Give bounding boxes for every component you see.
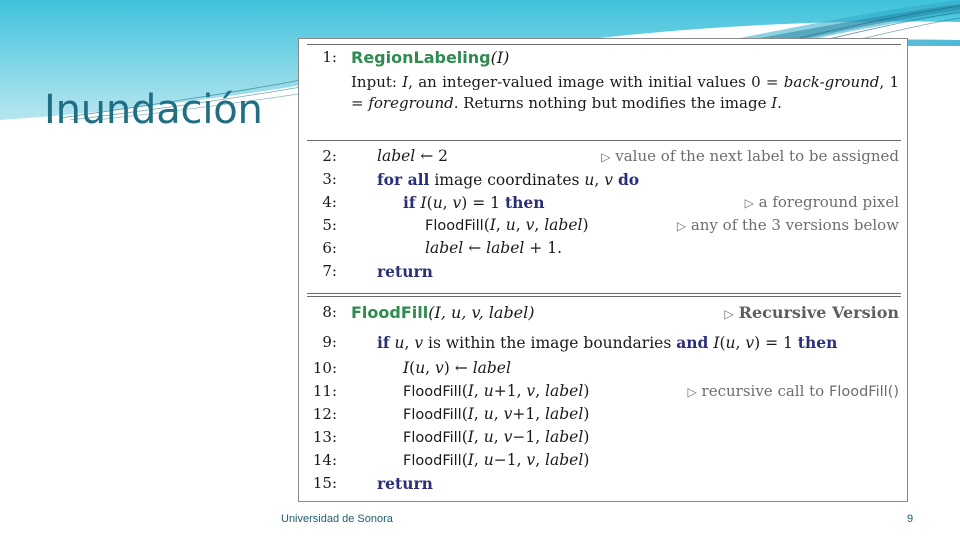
line-number: 3: xyxy=(322,170,337,188)
line-number: 14: xyxy=(312,451,337,469)
procedure-name: RegionLabeling(I) xyxy=(351,48,509,67)
procedure-label: RegionLabeling xyxy=(351,48,491,67)
line-number: 12: xyxy=(312,405,337,423)
line-number: 7: xyxy=(322,262,337,280)
line-number: 10: xyxy=(312,359,337,377)
algorithm-description-block: Input: I, an integer-valued image with i… xyxy=(307,72,901,140)
line-code: FloodFill(I, u−1, v, label) xyxy=(403,451,590,469)
line-number: 1: xyxy=(322,48,337,66)
algorithm-line-5: 5: FloodFill(I, u, v, label) ▷ any of th… xyxy=(307,216,901,239)
procedure-label: FloodFill xyxy=(351,303,429,322)
line-code: return xyxy=(377,262,433,281)
line-number: 8: xyxy=(322,303,337,321)
line-code: return xyxy=(377,474,433,493)
algorithm-line-15: 15: return xyxy=(307,474,901,497)
line-number: 13: xyxy=(312,428,337,446)
line-code: if I(u, v) = 1 then xyxy=(403,193,545,212)
algorithm-line-8: 8: FloodFill(I, u, v, label) ▷ Recursive… xyxy=(307,303,901,329)
algorithm-line-14: 14: FloodFill(I, u−1, v, label) xyxy=(307,451,901,474)
algorithm-line-2: 2: label ← 2 ▷ value of the next label t… xyxy=(307,147,901,170)
line-code: I(u, v) ← label xyxy=(403,359,511,377)
algorithm-line-9: 9: if u, v is within the image boundarie… xyxy=(307,333,901,359)
page-title: Inundación xyxy=(44,87,263,133)
line-number: 11: xyxy=(312,382,337,400)
line-code: label ← label + 1. xyxy=(425,239,563,257)
algorithm-line-13: 13: FloodFill(I, u, v−1, label) xyxy=(307,428,901,451)
line-code: FloodFill(I, u, v, label) xyxy=(425,216,589,234)
line-number: 4: xyxy=(322,193,337,211)
line-number: 6: xyxy=(322,239,337,257)
algorithm-line-10: 10: I(u, v) ← label xyxy=(307,359,901,382)
algorithm-line: 1: RegionLabeling(I) xyxy=(307,48,901,72)
line-code: label ← 2 xyxy=(377,147,448,165)
line-number: 5: xyxy=(322,216,337,234)
line-comment: ▷ recursive call to FloodFill()recursive… xyxy=(687,382,899,400)
algorithm-top-rule xyxy=(307,44,901,45)
algorithm-figure: 1: RegionLabeling(I) Input: I, an intege… xyxy=(298,38,908,502)
line-comment: ▷ value of the next label to be assigned xyxy=(601,147,899,165)
line-number: 15: xyxy=(312,474,337,492)
algorithm-line-12: 12: FloodFill(I, u, v+1, label) xyxy=(307,405,901,428)
line-number: 2: xyxy=(322,147,337,165)
algorithm-line-6: 6: label ← label + 1. xyxy=(307,239,901,262)
line-code: if u, v is within the image boundaries a… xyxy=(377,333,838,352)
line-code: for all image coordinates u, v do xyxy=(377,170,640,189)
algorithm-line-7: 7: return xyxy=(307,262,901,285)
algorithm-line-3: 3: for all image coordinates u, v do xyxy=(307,170,901,193)
footer-organization: Universidad de Sonora xyxy=(281,513,393,525)
procedure-name: FloodFill(I, u, v, label) xyxy=(351,303,535,322)
title-block: Inundación xyxy=(44,88,324,132)
algorithm-description: Input: I, an integer-valued image with i… xyxy=(351,73,899,112)
algorithm-line-11: 11: FloodFill(I, u+1, v, label) ▷ recurs… xyxy=(307,382,901,405)
line-code: FloodFill(I, u, v−1, label) xyxy=(403,428,590,446)
line-code: FloodFill(I, u+1, v, label) xyxy=(403,382,590,400)
line-code: FloodFill(I, u, v+1, label) xyxy=(403,405,590,423)
line-comment: ▷ a foreground pixel xyxy=(744,193,899,211)
procedure-args: (I) xyxy=(490,48,510,67)
line-number: 9: xyxy=(322,333,337,351)
page-number: 9 xyxy=(906,513,914,525)
line-comment: ▷ any of the 3 versions below xyxy=(676,216,899,234)
algorithm-line-4: 4: if I(u, v) = 1 then ▷ a foreground pi… xyxy=(307,193,901,216)
line-comment: ▷ Recursive Version xyxy=(724,303,899,322)
